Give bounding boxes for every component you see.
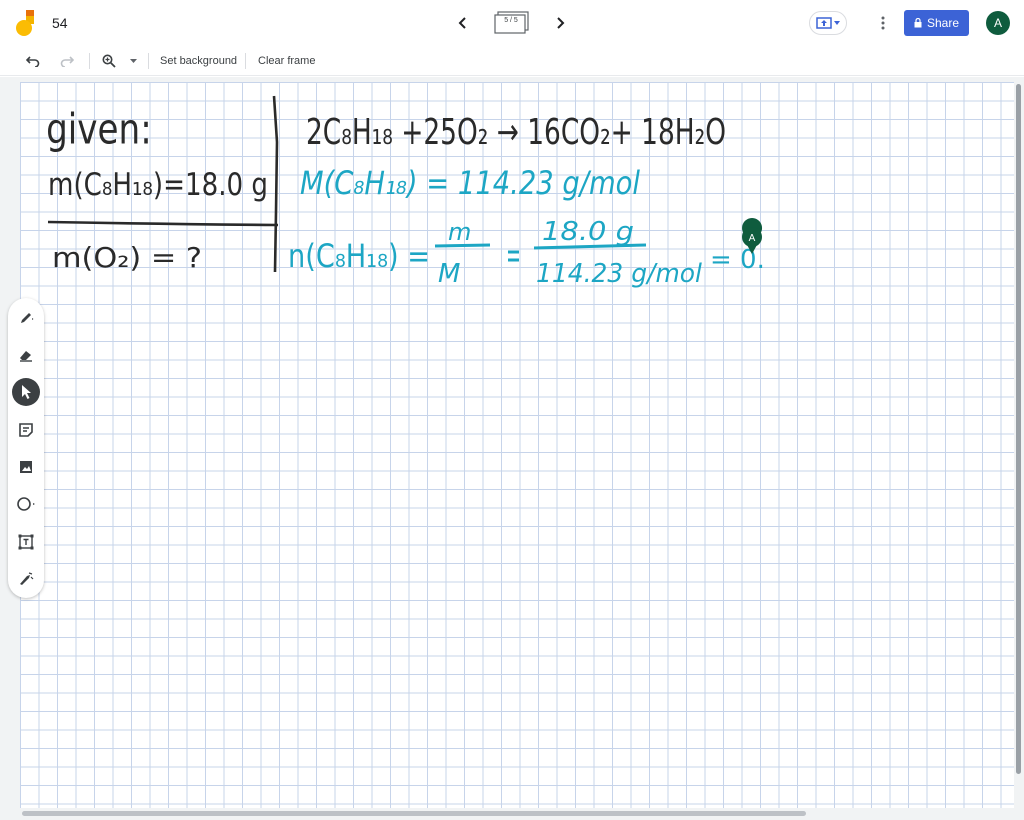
undo-button[interactable] [23, 51, 43, 71]
balanced-equation: 2C₈H₁₈ +25O₂ → 16CO₂+ 18H₂O [306, 112, 726, 153]
molar-mass-line: M(C₈H₁₈) = 114.23 g/mol [300, 164, 640, 202]
collaborator-initial: A [749, 233, 756, 244]
ink-layer: given: m(C₈H₁₈)=18.0 g m(O₂) = ? 2C₈H₁₈ … [46, 95, 765, 289]
sticky-note-tool[interactable] [12, 416, 40, 444]
fraction-2-numerator: 18.0 g [542, 217, 634, 247]
given-mass: m(C₈H₁₈)=18.0 g [48, 167, 268, 203]
jamboard-logo-icon[interactable] [14, 8, 38, 38]
caret-down-icon [129, 59, 137, 63]
zoom-button[interactable] [99, 51, 119, 71]
horizontal-scrollbar[interactable] [22, 811, 806, 816]
frame-counter-label: 5 / 5 [504, 17, 518, 24]
circle-icon [17, 497, 35, 511]
given-label: given: [46, 106, 152, 154]
fraction-2-denominator: 114.23 g/mol [536, 259, 703, 289]
unknown-mass: m(O₂) = ? [52, 241, 202, 274]
document-title[interactable]: 54 [52, 15, 68, 31]
set-background-button[interactable]: Set background [160, 55, 237, 67]
toolbar-divider [245, 53, 246, 69]
fraction-1-denominator: M [438, 259, 460, 289]
chevron-left-icon [458, 17, 466, 29]
horizontal-divider-stroke [47, 220, 279, 227]
vertical-divider-stroke [272, 95, 279, 273]
redo-icon [60, 56, 74, 67]
image-tool[interactable] [12, 453, 40, 481]
shape-tool[interactable] [12, 490, 40, 518]
frames-button[interactable]: 5 / 5 [494, 11, 530, 35]
jam-board-frame[interactable]: given: m(C₈H₁₈)=18.0 g m(O₂) = ? 2C₈H₁₈ … [20, 82, 1014, 808]
laser-icon [20, 572, 34, 585]
present-button[interactable] [809, 11, 847, 35]
result-partial: = 0. [710, 245, 765, 275]
lock-icon [914, 18, 922, 28]
eraser-tool[interactable] [12, 341, 40, 369]
share-label: Share [926, 16, 960, 30]
image-icon [20, 461, 32, 473]
chevron-right-icon [557, 17, 565, 29]
jamboard-app: 54 5 / 5 Share A Set background Clear fr… [0, 0, 1024, 820]
select-tool[interactable] [12, 378, 40, 406]
laser-tool[interactable] [12, 565, 40, 593]
sticky-note-icon [19, 423, 33, 437]
toolbar-divider [89, 53, 90, 69]
next-frame-button[interactable] [550, 13, 570, 33]
redo-button[interactable] [57, 51, 77, 71]
fraction-1-numerator: m [448, 218, 471, 246]
undo-icon [26, 56, 40, 67]
more-vert-icon [881, 16, 885, 30]
zoom-icon [102, 54, 116, 68]
text-box-tool[interactable] [12, 528, 40, 556]
pen-icon [21, 313, 34, 323]
eraser-icon [20, 351, 32, 362]
moles-lhs: n(C₈H₁₈) = [288, 237, 430, 275]
caret-down-icon [834, 21, 840, 25]
pen-tool[interactable] [12, 304, 40, 332]
user-avatar[interactable]: A [986, 11, 1010, 35]
select-icon [22, 385, 31, 399]
fraction-1-bar [434, 243, 491, 248]
tool-palette [8, 298, 44, 598]
present-icon [816, 17, 832, 29]
app-header: 54 5 / 5 Share A [0, 0, 1024, 46]
share-button[interactable]: Share [904, 10, 969, 36]
clear-frame-button[interactable]: Clear frame [258, 55, 315, 67]
zoom-dropdown[interactable] [123, 51, 143, 71]
vertical-scrollbar[interactable] [1016, 84, 1021, 774]
board-toolbar: Set background Clear frame [0, 46, 1024, 76]
prev-frame-button[interactable] [453, 13, 473, 33]
more-options-button[interactable] [873, 13, 893, 33]
toolbar-divider [148, 53, 149, 69]
text-box-icon [18, 534, 34, 550]
